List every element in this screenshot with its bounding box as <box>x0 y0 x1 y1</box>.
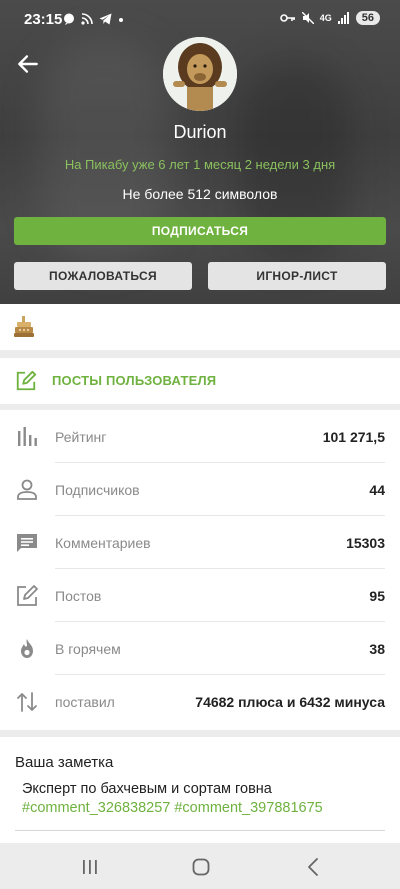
battery-icon: 56 <box>355 11 380 25</box>
back-arrow-icon[interactable] <box>15 51 41 77</box>
stat-row-rating: Рейтинг 101 271,5 <box>0 410 400 463</box>
stat-row-posts: Постов 95 <box>0 569 400 622</box>
status-time: 23:15 <box>24 11 63 28</box>
telegram-icon <box>99 13 112 25</box>
rss-icon <box>81 13 93 25</box>
avatar[interactable] <box>163 37 237 111</box>
key-icon <box>279 14 295 22</box>
note-section[interactable]: Ваша заметка Эксперт по бахчевым и сорта… <box>0 737 400 843</box>
home-icon[interactable] <box>189 855 213 879</box>
person-icon <box>17 479 37 500</box>
stat-label: поставил <box>55 694 115 710</box>
awards-section <box>0 304 400 350</box>
edit-icon <box>16 370 37 391</box>
award-cake-icon[interactable] <box>14 316 34 338</box>
stat-value: 38 <box>369 641 385 657</box>
stat-value: 95 <box>369 588 385 604</box>
stat-value: 101 271,5 <box>322 429 385 445</box>
stat-label: Комментариев <box>55 535 151 551</box>
stat-row-hot: В горячем 38 <box>0 622 400 675</box>
note-links[interactable]: #comment_326838257 #comment_397881675 <box>22 799 387 818</box>
dot-icon <box>119 18 123 22</box>
stat-value: 44 <box>369 482 385 498</box>
user-posts-label: ПОСТЫ ПОЛЬЗОВАТЕЛЯ <box>52 373 217 388</box>
stats-section: Рейтинг 101 271,5 Подписчиков 44 Коммент… <box>0 410 400 730</box>
edit-icon <box>17 585 38 606</box>
recent-apps-icon[interactable] <box>78 855 102 879</box>
comment-icon <box>17 534 37 552</box>
user-posts-link[interactable]: ПОСТЫ ПОЛЬЗОВАТЕЛЯ <box>0 358 400 404</box>
profile-username: Durion <box>173 122 227 142</box>
note-text: Эксперт по бахчевым и сортам говна #comm… <box>22 780 387 818</box>
system-nav-bar <box>0 843 400 889</box>
stat-label: Рейтинг <box>55 429 107 445</box>
subscribe-button[interactable]: ПОДПИСАТЬСЯ <box>14 217 386 245</box>
stat-value: 15303 <box>346 535 385 551</box>
arrows-up-down-icon <box>17 692 37 712</box>
stat-label: Подписчиков <box>55 482 140 498</box>
bar-chart-icon <box>18 427 37 446</box>
ignore-list-button[interactable]: ИГНОР-ЛИСТ <box>208 262 386 290</box>
lion-avatar-image <box>163 37 237 111</box>
status-bar: 23:15 4G 56 <box>0 0 400 40</box>
chat-icon <box>64 13 74 25</box>
fire-icon <box>21 639 33 658</box>
stat-row-subscribers[interactable]: Подписчиков 44 <box>0 463 400 516</box>
stat-value: 74682 плюса и 6432 минуса <box>195 694 385 710</box>
mute-icon <box>301 12 314 24</box>
signal-icon <box>337 12 349 24</box>
profile-since: На Пикабу уже 6 лет 1 месяц 2 недели 3 д… <box>64 157 336 172</box>
stat-row-votes: поставил 74682 плюса и 6432 минуса <box>0 675 400 728</box>
stat-row-comments: Комментариев 15303 <box>0 516 400 569</box>
report-button[interactable]: ПОЖАЛОВАТЬСЯ <box>14 262 192 290</box>
profile-header: 23:15 4G 56 Durion На Пикабу уже 6 лет 1… <box>0 0 400 304</box>
network-label: 4G <box>319 13 332 23</box>
profile-about: Не более 512 символов <box>122 186 278 202</box>
back-icon[interactable] <box>302 855 326 879</box>
stat-label: В горячем <box>55 641 121 657</box>
stat-label: Постов <box>55 588 102 604</box>
status-right-icons: 4G 56 <box>279 11 380 25</box>
note-body: Эксперт по бахчевым и сортам говна <box>22 781 272 797</box>
divider <box>15 830 385 831</box>
note-title: Ваша заметка <box>15 754 114 771</box>
status-left-icons <box>63 13 124 25</box>
